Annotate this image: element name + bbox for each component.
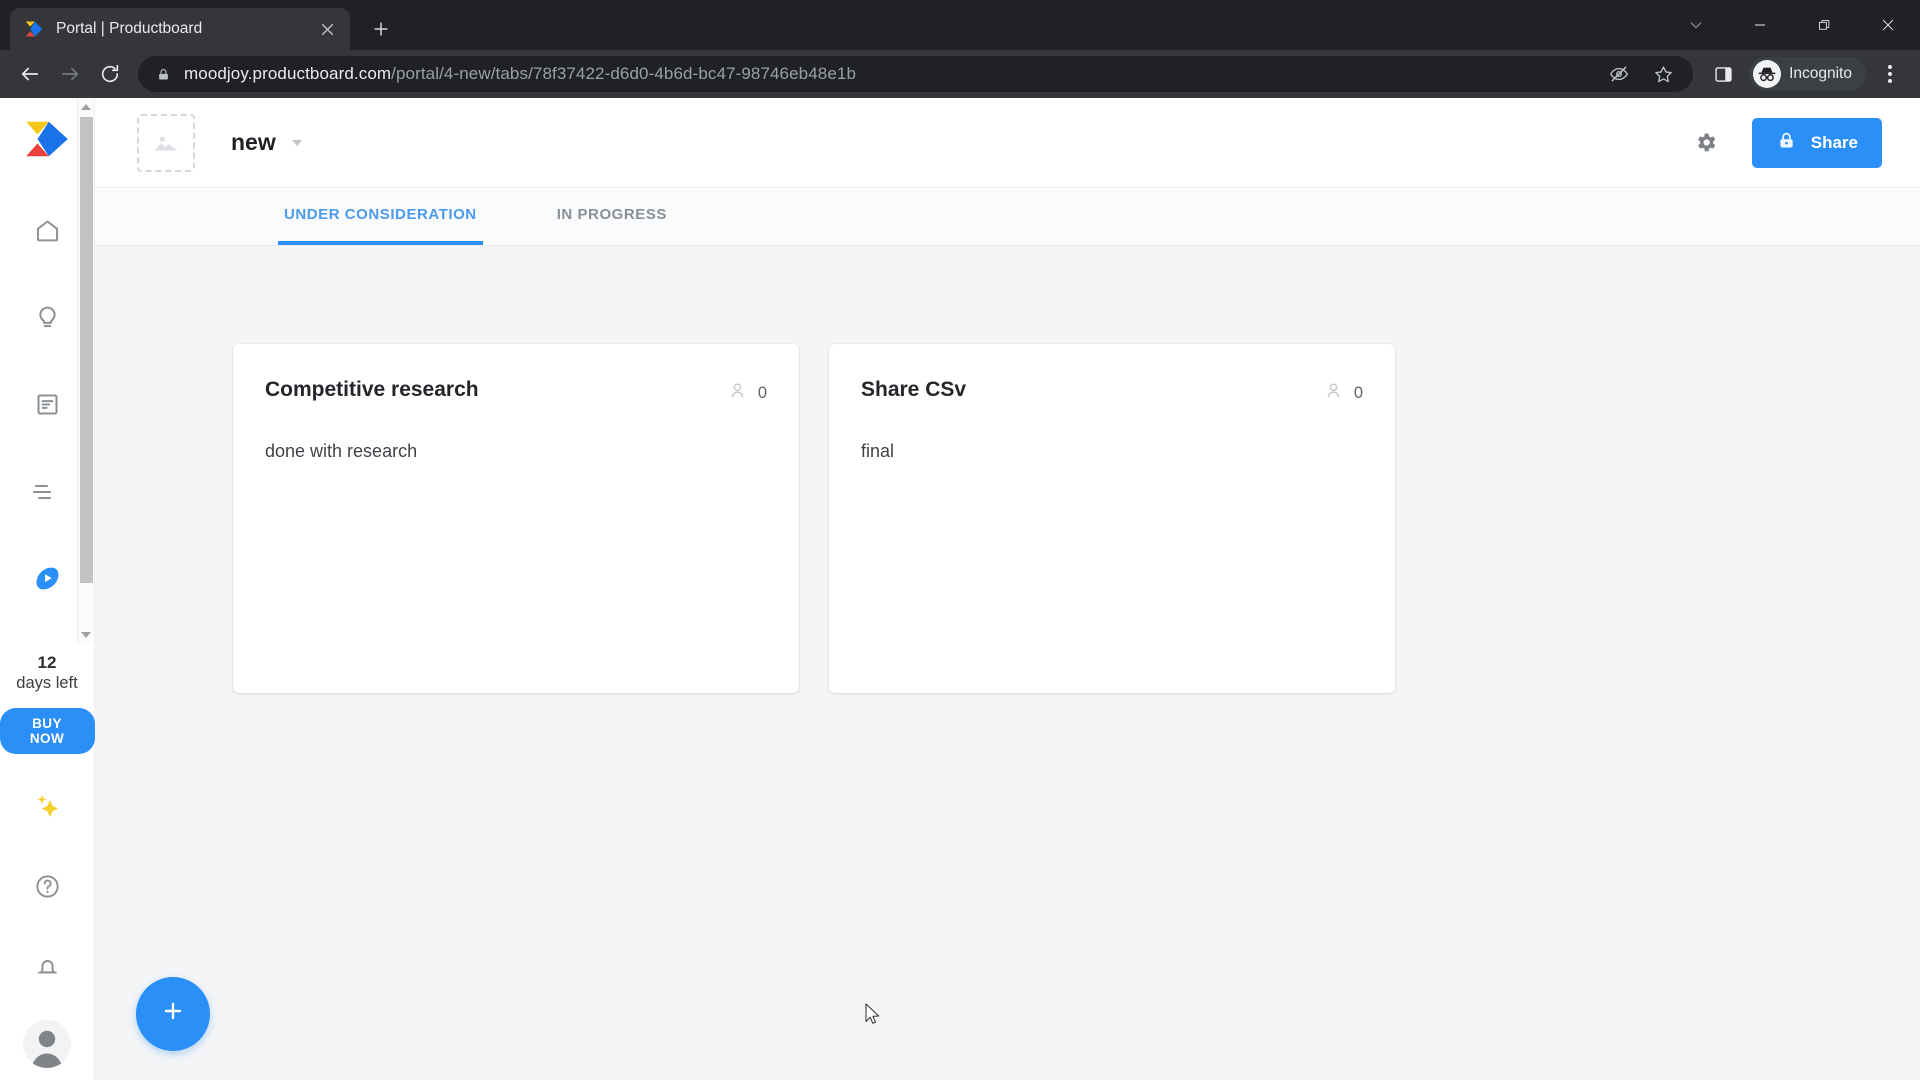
- scroll-down-arrow-icon[interactable]: [78, 626, 95, 643]
- three-dots-icon[interactable]: [1870, 54, 1910, 94]
- feature-card-votes[interactable]: 0: [1324, 378, 1363, 405]
- browser-window: Portal | Productboard moodjoy.productboa…: [0, 0, 1920, 1080]
- lock-icon: [1776, 130, 1797, 156]
- address-bar[interactable]: moodjoy.productboard.com/portal/4-new/ta…: [138, 54, 1694, 94]
- scroll-up-arrow-icon[interactable]: [78, 98, 95, 115]
- buy-now-button[interactable]: BUY NOW: [0, 708, 95, 754]
- window-controls: [1664, 0, 1920, 50]
- sidebar-item-notifications[interactable]: [21, 940, 73, 992]
- feature-card-vote-count: 0: [1353, 383, 1363, 402]
- address-bar-url: moodjoy.productboard.com/portal/4-new/ta…: [184, 64, 1599, 84]
- feature-card-description: done with research: [265, 441, 418, 461]
- feature-card-title: Competitive research: [265, 378, 479, 401]
- maximize-button[interactable]: [1792, 0, 1856, 50]
- incognito-profile-button[interactable]: Incognito: [1749, 57, 1866, 91]
- person-icon: [1324, 381, 1343, 405]
- url-path: /portal/4-new/tabs/78f37422-d6d0-4b6d-bc…: [391, 64, 856, 83]
- share-button[interactable]: Share: [1751, 117, 1882, 168]
- portal-board: Competitive research 0 done with researc…: [95, 246, 1920, 1080]
- star-icon[interactable]: [1643, 54, 1683, 94]
- tab-in-progress[interactable]: IN PROGRESS: [551, 188, 673, 245]
- trial-status: 12 days left BUY NOW: [0, 653, 95, 754]
- browser-tab[interactable]: Portal | Productboard: [10, 8, 350, 50]
- plus-icon: [160, 998, 186, 1030]
- user-avatar-icon[interactable]: [23, 1020, 71, 1068]
- productboard-logo-icon[interactable]: [25, 120, 69, 158]
- productboard-logo-icon: [24, 19, 44, 39]
- incognito-label: Incognito: [1789, 65, 1852, 82]
- sidebar-item-whats-new[interactable]: [21, 780, 73, 832]
- scrollbar-track[interactable]: [78, 115, 94, 626]
- back-arrow-icon[interactable]: [10, 54, 50, 94]
- close-window-button[interactable]: [1856, 0, 1920, 50]
- lock-icon: [154, 67, 172, 82]
- add-feature-button[interactable]: [136, 977, 210, 1051]
- browser-toolbar: moodjoy.productboard.com/portal/4-new/ta…: [0, 50, 1920, 98]
- reload-icon[interactable]: [90, 54, 130, 94]
- page-title: new: [231, 129, 276, 155]
- close-icon[interactable]: [314, 16, 340, 42]
- feature-card-title: Share CSv: [861, 378, 967, 401]
- trial-days-label: days left: [16, 674, 78, 693]
- minimize-button[interactable]: [1728, 0, 1792, 50]
- portal-header: new Share: [95, 98, 1920, 188]
- sidebar-bottom-items: [21, 780, 73, 1080]
- sidebar-item-features[interactable]: [21, 380, 73, 430]
- sidebar-scrollbar[interactable]: [77, 98, 94, 643]
- sidebar-item-help[interactable]: [21, 860, 73, 912]
- page-content: 12 days left BUY NOW new Share UNDER CON…: [0, 98, 1920, 1080]
- scrollbar-thumb[interactable]: [80, 117, 93, 583]
- feature-card-votes[interactable]: 0: [728, 378, 767, 405]
- feature-card[interactable]: Share CSv 0 final: [829, 344, 1395, 693]
- sidebar-item-roadmaps[interactable]: [21, 467, 73, 517]
- portal-area: new Share UNDER CONSIDERATION IN PROGRES…: [95, 98, 1920, 1080]
- new-tab-button[interactable]: [364, 12, 398, 46]
- sidebar-item-insights[interactable]: [21, 293, 73, 343]
- side-panel-icon[interactable]: [1703, 54, 1743, 94]
- chevron-down-icon[interactable]: [291, 139, 302, 146]
- browser-tab-title: Portal | Productboard: [56, 20, 203, 37]
- eye-slash-icon[interactable]: [1599, 54, 1639, 94]
- forward-arrow-icon[interactable]: [50, 54, 90, 94]
- person-icon: [728, 381, 747, 405]
- portal-tabs: UNDER CONSIDERATION IN PROGRESS: [95, 188, 1920, 246]
- incognito-icon: [1753, 60, 1782, 88]
- sidebar-item-home[interactable]: [21, 206, 73, 256]
- feature-card-list: Competitive research 0 done with researc…: [233, 344, 1920, 693]
- image-placeholder-icon[interactable]: [137, 113, 195, 172]
- sidebar-item-portal[interactable]: [21, 554, 73, 604]
- browser-tabstrip: Portal | Productboard: [0, 0, 1920, 50]
- feature-card-description: final: [861, 441, 895, 461]
- gear-icon[interactable]: [1686, 123, 1726, 163]
- share-button-label: Share: [1810, 132, 1858, 152]
- feature-card[interactable]: Competitive research 0 done with researc…: [233, 344, 799, 693]
- app-sidebar: 12 days left BUY NOW: [0, 98, 95, 1080]
- feature-card-vote-count: 0: [757, 383, 767, 402]
- trial-days-count: 12: [37, 652, 57, 672]
- minimize-to-tray-button[interactable]: [1664, 0, 1728, 50]
- url-host: moodjoy.productboard.com: [184, 64, 392, 83]
- tab-under-consideration[interactable]: UNDER CONSIDERATION: [278, 188, 483, 245]
